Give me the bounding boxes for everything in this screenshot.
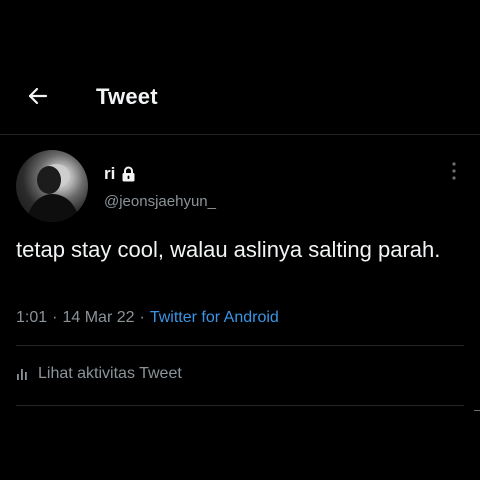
scroll-edge-mark — [474, 410, 480, 411]
display-name[interactable]: ri — [104, 164, 115, 184]
meta-separator: · — [139, 309, 145, 326]
author-handle[interactable]: @jeonsjaehyun_ — [104, 193, 216, 210]
bar-chart-icon — [16, 367, 30, 381]
meta-separator: · — [52, 309, 58, 326]
more-options-button[interactable] — [444, 160, 464, 186]
lock-icon — [121, 166, 136, 182]
top-app-bar: Tweet — [0, 0, 480, 135]
tweet-date: 14 Mar 22 — [62, 309, 135, 326]
avatar[interactable] — [16, 150, 88, 222]
more-vertical-icon — [451, 161, 457, 186]
tweet-activity-link[interactable]: Lihat aktivitas Tweet — [16, 365, 182, 383]
tweet-text: tetap stay cool, walau aslinya salting p… — [16, 237, 441, 262]
back-button[interactable] — [20, 82, 56, 114]
tweet-source-link[interactable]: Twitter for Android — [150, 309, 279, 326]
author-name-row: ri — [104, 164, 136, 184]
divider — [16, 405, 464, 406]
arrow-left-icon — [26, 84, 50, 113]
divider — [16, 345, 464, 346]
tweet-time: 1:01 — [16, 309, 48, 326]
tweet-meta: 1:01 · 14 Mar 22 · Twitter for Android — [16, 309, 279, 327]
activity-label: Lihat aktivitas Tweet — [38, 365, 182, 382]
page-title: Tweet — [96, 84, 158, 109]
